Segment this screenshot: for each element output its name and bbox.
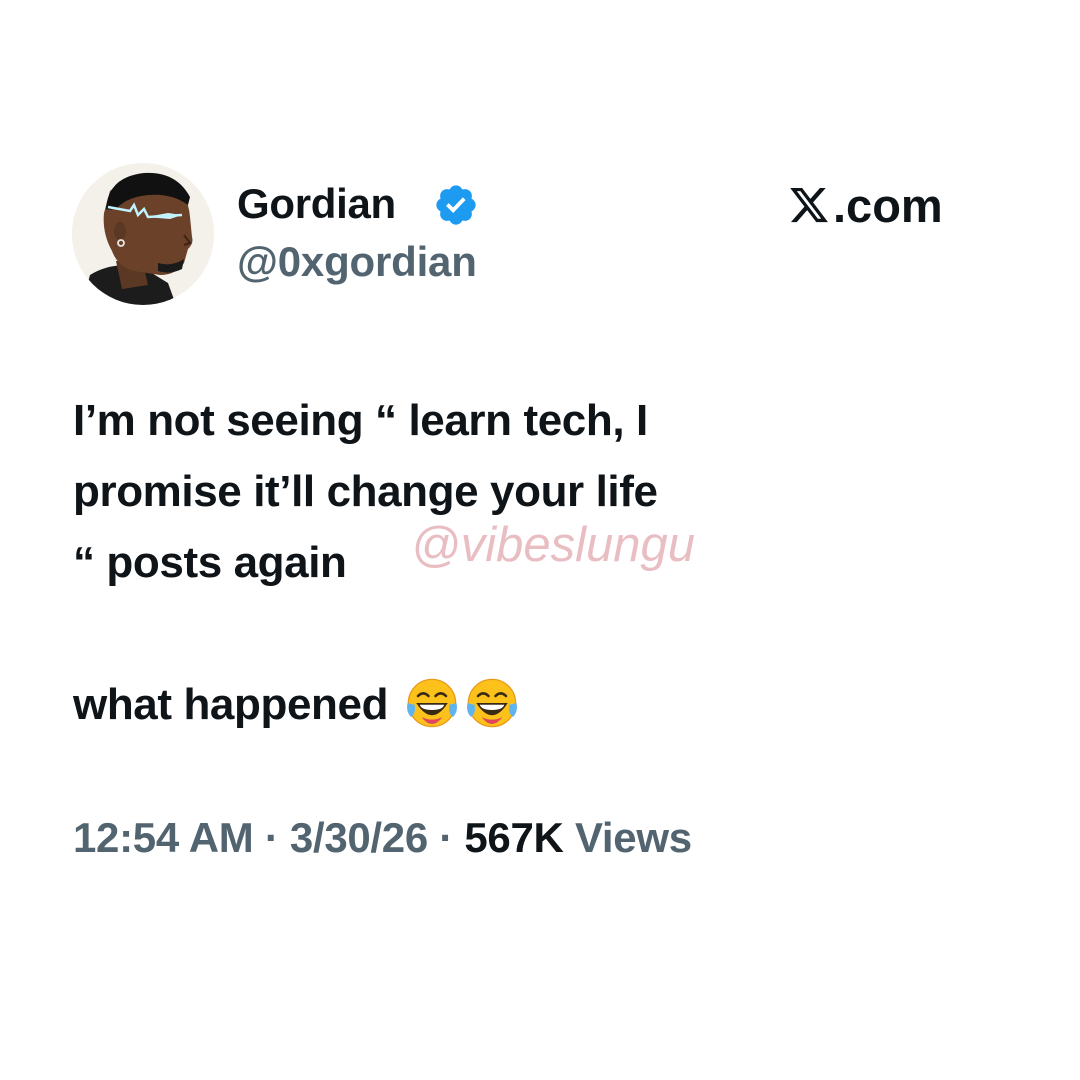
verified-badge-icon	[436, 185, 476, 225]
cartoon-man-avatar-icon	[72, 163, 214, 305]
meta-separator: ·	[427, 814, 465, 861]
display-name[interactable]: Gordian	[237, 178, 396, 230]
tweet-second-paragraph: what happened	[73, 680, 389, 729]
tweet-line: what happened	[73, 669, 973, 740]
meta-separator: ·	[253, 814, 290, 861]
views-count[interactable]: 567K	[464, 814, 564, 861]
face-with-tears-of-joy-icon	[466, 678, 517, 728]
tweet-date[interactable]: 3/30/26	[290, 814, 428, 861]
tweet-meta: 12:54 AM · 3/30/26 · 567K Views	[73, 812, 692, 864]
x-logo-icon	[790, 187, 828, 223]
brand-mark: .com	[787, 178, 943, 232]
avatar[interactable]	[72, 163, 214, 305]
author-handle[interactable]: @0xgordian	[237, 236, 477, 288]
views-label: Views	[563, 814, 692, 861]
brand-text: .com	[833, 178, 943, 232]
tweet-time[interactable]: 12:54 AM	[73, 814, 254, 861]
tweet-line: I’m not seeing “ learn tech, I	[73, 396, 648, 445]
face-with-tears-of-joy-icon	[406, 678, 457, 728]
watermark: @vibeslungu	[411, 518, 696, 572]
